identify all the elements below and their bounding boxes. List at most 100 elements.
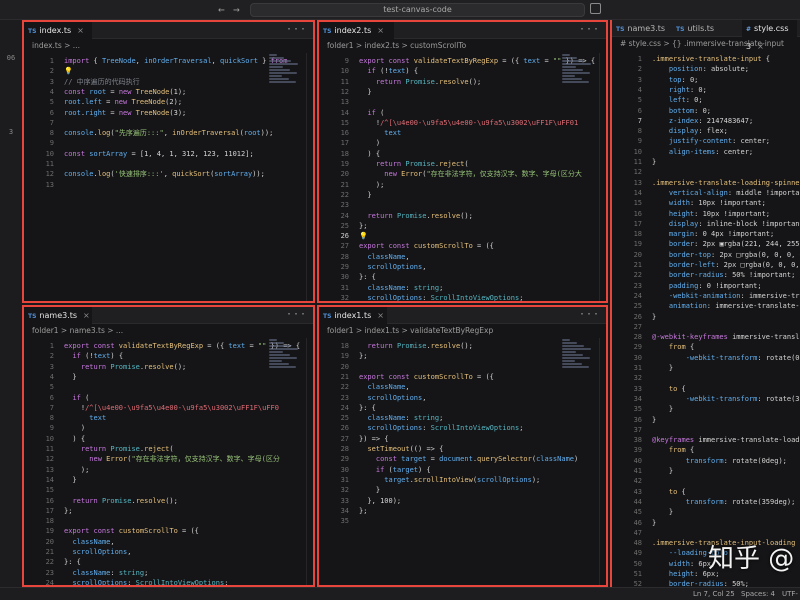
code-line: 18 [24,516,64,526]
line-number: 14 [340,108,349,117]
tab-style-css-3[interactable]: # style.css 3 × [742,20,797,51]
code-token: , [405,383,410,392]
code-token: : 0; [689,85,707,94]
line-number: 21 [633,261,642,269]
code-line: 35 [319,516,359,526]
nav-forward-icon[interactable]: → [233,3,240,16]
code-token: ) { [64,434,86,443]
more-actions-icon[interactable]: ··· [286,307,307,324]
code-token: ; [224,578,229,587]
breadcrumb[interactable]: # style.css > {} .immersive-translate-in… [612,37,800,51]
layout-toggle-icon[interactable] [590,3,601,14]
code-token: root [64,98,81,107]
scrollbar[interactable] [306,53,313,301]
line-number: 19 [633,240,642,249]
editor-pane-index1[interactable]: TS index1.ts × ··· folder1 > index1.ts > val… [317,305,608,587]
line-number: 47 [633,528,642,537]
code-token: .immersive-translate-input [652,55,766,63]
tab-index1-ts[interactable]: TS index1.ts × [319,307,387,324]
code-line: 20 new Error("存在非法字符，仅支持汉字、数字、字母(区分大 [319,169,582,179]
code-token: ) { [405,67,419,76]
breadcrumb[interactable]: folder1 > index1.ts > validateTextByRegE… [319,324,606,338]
code-line: 25 animation: immersive-translate-loadi [612,301,800,311]
code-token: : [422,293,431,302]
code-editor[interactable]: 1 .immersive-translate-input {2 position:… [612,51,800,587]
code-token: } [359,190,372,199]
line-number: 20 [45,537,54,546]
code-token: Promise [110,362,140,371]
code-line: 18 return Promise.resolve(); [319,341,473,351]
code-token: right [668,85,690,94]
line-number: 4 [49,372,54,381]
close-icon[interactable]: × [83,311,90,320]
code-line: 15 !/^[\u4e00-\u9fa5\u4e00-\u9fa5\u3002\… [319,118,579,128]
editor-pane-name3[interactable]: TS name3.ts × ··· folder1 > name3.ts > ... 1 e… [22,305,315,587]
editor-pane-index2[interactable]: TS index2.ts × ··· folder1 > index2.ts > cus… [317,20,608,303]
code-line: 43 to { [612,487,686,497]
code-token: }, 100); [359,496,402,505]
code-line: 17 display: inline-block !important; [612,219,800,229]
code-line: 51 height: 6px; [612,569,720,579]
breadcrumb[interactable]: folder1 > name3.ts > ... [24,324,313,338]
code-line: 52 border-radius: 50%; [612,579,749,587]
code-line: 24 -webkit-animation: immersive-translat… [612,291,800,301]
code-token: @keyframes [652,436,699,445]
code-token: } [652,405,674,414]
line-number: 38 [633,436,642,445]
code-token: } [652,364,674,372]
code-line: 23 scrollOptions, [319,393,427,403]
scrollbar[interactable] [306,338,313,585]
more-actions-icon[interactable]: ··· [579,307,600,324]
code-token: : center; [715,147,754,156]
editor-pane-index[interactable]: TS index.ts × ··· index.ts > ... 1 import { Tr… [22,20,315,303]
editor-pane-style-css[interactable]: TS name3.ts TS utils.ts # style.css 3 × # style… [610,20,800,587]
code-token: ); [531,475,541,484]
status-indentation[interactable]: Spaces: 4 [741,590,775,598]
close-icon[interactable]: × [377,311,384,320]
more-actions-icon[interactable]: ··· [579,22,600,39]
typescript-file-icon: TS [323,28,332,35]
minimap[interactable] [269,338,301,378]
line-number: 7 [49,403,54,412]
line-number: 30 [340,465,349,474]
tab-name3-ts[interactable]: TS name3.ts × [24,307,92,324]
line-number: 30 [340,273,349,282]
code-token: : middle !important; [727,188,800,197]
minimap[interactable] [562,338,594,378]
code-token: target [392,465,419,474]
line-number: 6 [49,393,54,402]
scrollbar[interactable] [599,338,606,585]
code-token: , [135,57,145,65]
code-line: 6 bottom: 0; [612,106,711,116]
code-token: ) { [110,352,124,361]
tab-index-ts[interactable]: TS index.ts × [24,22,92,39]
code-token: = ({ [472,372,494,381]
minimap[interactable] [562,53,594,93]
close-icon[interactable]: × [377,26,384,35]
minimap[interactable] [269,53,301,93]
more-actions-icon[interactable]: ··· [286,22,307,39]
code-token: }; [64,506,73,515]
scrollbar[interactable] [599,53,606,301]
breadcrumb[interactable]: folder1 > index2.ts > customScrollTo [319,39,606,53]
code-token: scrollOptions [367,424,423,433]
code-token: (); [468,77,482,86]
breadcrumb[interactable]: index.ts > ... [24,39,313,53]
nav-back-icon[interactable]: ← [218,3,225,16]
tab-index2-ts[interactable]: TS index2.ts × [319,22,394,39]
code-token: height [668,209,695,218]
code-token: { [681,384,686,393]
code-token: : center; [732,137,771,146]
code-token: from [668,343,690,352]
status-cursor-position[interactable]: Ln 7, Col 25 [693,590,735,598]
close-icon[interactable]: × [77,26,84,35]
code-token: ); [359,180,385,189]
line-number: 23 [340,393,349,402]
tab-name3-ts[interactable]: TS name3.ts [612,20,672,37]
status-encoding[interactable]: UTF- [782,590,798,598]
command-center-search[interactable]: test-canvas-code [250,3,585,17]
tab-utils-ts[interactable]: TS utils.ts [672,20,742,37]
